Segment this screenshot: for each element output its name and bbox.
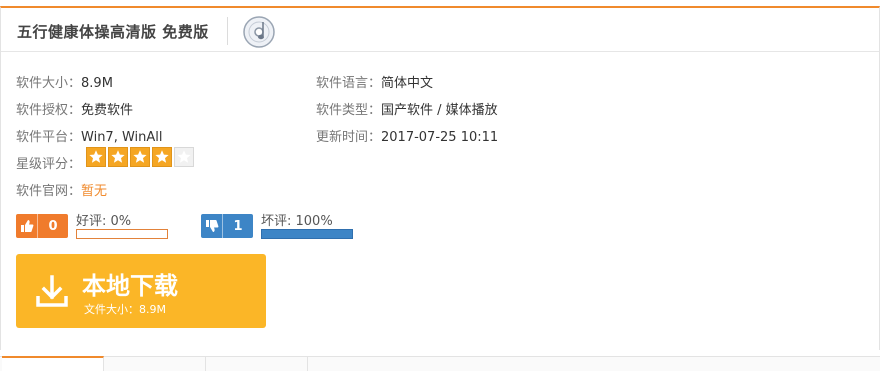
- license-value: 免费软件: [81, 103, 134, 118]
- cd-disc-icon: [243, 16, 275, 48]
- info-language: 软件语言：简体中文: [316, 72, 433, 91]
- download-icon: [36, 275, 68, 307]
- bad-vote-button[interactable]: 1: [201, 214, 253, 238]
- info-size: 软件大小：8.9M: [16, 72, 113, 91]
- tab-1[interactable]: [2, 356, 104, 371]
- license-label: 软件授权：: [16, 103, 82, 118]
- updated-value: 2017-07-25 10:11: [381, 130, 499, 145]
- thumbs-down-icon: [201, 214, 223, 238]
- good-vote-count: 0: [48, 218, 58, 234]
- language-value: 简体中文: [381, 76, 434, 91]
- info-rating: 星级评分：: [16, 153, 81, 172]
- star-filled-icon: [108, 147, 128, 167]
- good-vote-bar: [76, 229, 168, 239]
- bad-vote-bar-fill: [262, 230, 352, 238]
- thumbs-up-icon: [16, 214, 38, 238]
- tab-bar: [0, 356, 880, 371]
- star-filled-icon: [86, 147, 106, 167]
- info-type: 软件类型：国产软件 / 媒体播放: [316, 99, 498, 118]
- local-download-button[interactable]: 本地下载 文件大小：8.9M: [16, 254, 266, 328]
- website-label: 软件官网：: [16, 184, 82, 199]
- size-value: 8.9M: [81, 76, 113, 91]
- website-value: 暂无: [81, 184, 108, 199]
- title-bar: 五行健康体操高清版 免费版: [1, 8, 879, 52]
- page-title: 五行健康体操高清版 免费版: [17, 23, 209, 41]
- star-filled-icon: [130, 147, 150, 167]
- star-empty-icon: [174, 147, 194, 167]
- updated-label: 更新时间：: [316, 130, 382, 145]
- info-platform: 软件平台：Win7, WinAll: [16, 126, 163, 145]
- info-license: 软件授权：免费软件: [16, 99, 133, 118]
- info-website: 软件官网：暂无: [16, 180, 107, 199]
- rating-label: 星级评分：: [16, 157, 82, 172]
- bad-vote-count: 1: [233, 218, 243, 234]
- title-divider: [227, 17, 228, 45]
- good-vote-label: 好评: 0%: [76, 214, 132, 229]
- platform-label: 软件平台：: [16, 130, 82, 145]
- type-label: 软件类型：: [316, 103, 382, 118]
- star-filled-icon: [152, 147, 172, 167]
- language-label: 软件语言：: [316, 76, 382, 91]
- bad-vote-label: 坏评: 100%: [261, 214, 333, 229]
- info-updated: 更新时间：2017-07-25 10:11: [316, 126, 498, 145]
- tab-2[interactable]: [104, 357, 206, 371]
- star-rating: [86, 147, 194, 167]
- good-vote-button[interactable]: 0: [16, 214, 68, 238]
- size-label: 软件大小：: [16, 76, 82, 91]
- tab-3[interactable]: [206, 357, 308, 371]
- download-title: 本地下载: [82, 272, 178, 300]
- type-value: 国产软件 / 媒体播放: [381, 103, 498, 118]
- download-size: 文件大小：8.9M: [84, 303, 166, 316]
- platform-value: Win7, WinAll: [81, 130, 163, 145]
- bad-vote-bar: [261, 229, 353, 239]
